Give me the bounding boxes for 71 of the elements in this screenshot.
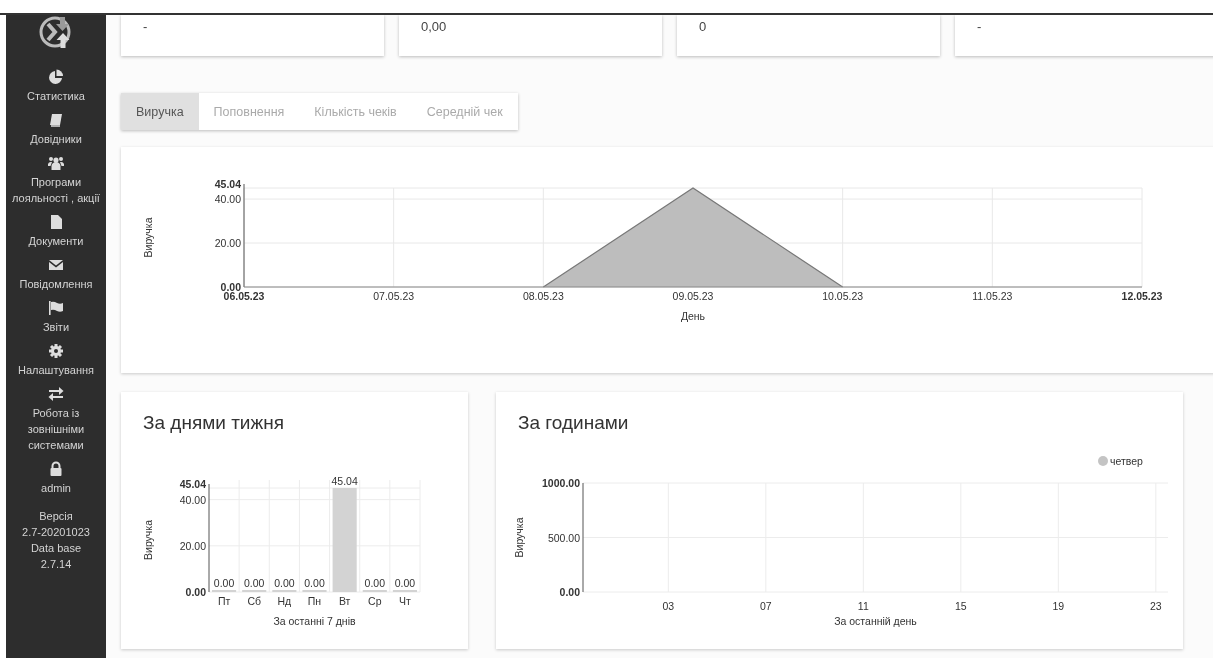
x-tick-label: 11.05.23 <box>972 290 1013 302</box>
x-tick-label: Чт <box>399 595 411 607</box>
y-axis-title: Виручка <box>513 517 525 558</box>
sidebar-item[interactable]: Статистика <box>6 69 106 104</box>
y-axis-title: Виручка <box>142 520 154 560</box>
x-tick-label: Вт <box>338 595 351 607</box>
gear-icon <box>48 343 64 359</box>
bar-value-label: 45.04 <box>331 475 358 487</box>
y-tick-label: 40.00 <box>214 193 241 206</box>
x-tick-label: Нд <box>277 595 292 607</box>
x-tick-label: 12.05.23 <box>1121 290 1163 302</box>
bar-value-label: 0.00 <box>364 577 385 589</box>
x-axis-title: За останні 7 днів <box>273 615 356 627</box>
y-tick-label: 0.00 <box>559 586 580 598</box>
document-icon <box>48 214 64 230</box>
x-tick-label: 15 <box>954 600 967 612</box>
version-info: Версія 2.7-20201023 Data base 2.7.14 <box>22 509 90 572</box>
envelope-icon <box>48 257 64 273</box>
y-tick-label: 40.00 <box>179 493 206 506</box>
legend-label: четвер <box>1110 455 1143 467</box>
x-axis-title: День <box>680 310 706 322</box>
x-tick-label: Ср <box>368 595 382 607</box>
x-tick-label: 11 <box>857 600 869 612</box>
x-tick-label: 09.05.23 <box>672 290 714 302</box>
y-tick-label: 45.04 <box>214 178 241 190</box>
sidebar-item[interactable]: admin <box>6 461 106 496</box>
x-tick-label: Пт <box>217 595 231 607</box>
x-tick-label: 07 <box>759 600 772 612</box>
users-icon <box>48 155 64 171</box>
panel-title: За годинами <box>518 412 629 434</box>
sidebar-item[interactable]: Робота із зовнішніми системами <box>6 386 106 453</box>
pie-chart-icon <box>48 69 64 85</box>
panel-title: За днями тижня <box>143 412 284 434</box>
x-tick-label: Пн <box>307 595 322 607</box>
bar-value-label: 0.00 <box>394 577 416 589</box>
book-icon <box>48 112 64 128</box>
y-tick-label: 45.04 <box>179 478 206 490</box>
bar-value-label: 0.00 <box>304 577 325 589</box>
x-tick-label: 06.05.23 <box>223 290 265 302</box>
summary-value: 0 <box>699 19 707 34</box>
lock-icon <box>48 461 64 477</box>
y-tick-label: 0.00 <box>220 281 241 293</box>
bar-value-label: 0.00 <box>274 577 295 589</box>
summary-value: - <box>977 19 982 34</box>
y-tick-label: 500.00 <box>547 531 580 544</box>
bar-value-label: 0.00 <box>244 577 265 589</box>
sidebar-item[interactable]: Довідники <box>6 112 106 147</box>
x-tick-label: Сб <box>247 595 261 607</box>
flag-icon <box>48 300 64 316</box>
x-tick-label: 23 <box>1149 600 1162 612</box>
bar-value-label: 0.00 <box>213 577 235 589</box>
x-tick-label: 19 <box>1052 600 1065 612</box>
x-axis-title: За останній день <box>834 615 917 627</box>
y-tick-label: 0.00 <box>185 586 206 598</box>
sidebar-item[interactable]: Звіти <box>6 300 106 335</box>
sidebar-item[interactable]: Документи <box>6 214 106 249</box>
y-axis-title: Виручка <box>142 217 154 258</box>
sidebar-item[interactable]: Програми лояльності , акції <box>6 155 106 206</box>
exchange-icon <box>48 386 64 402</box>
tab[interactable]: Виручка <box>121 93 199 130</box>
x-tick-label: 07.05.23 <box>373 290 415 302</box>
sidebar-item[interactable]: Повідомлення <box>6 257 106 292</box>
summary-value: 0,00 <box>421 19 447 34</box>
y-tick-label: 20.00 <box>214 237 241 250</box>
sidebar-item[interactable]: Налаштування <box>6 343 106 378</box>
summary-value: - <box>143 19 148 34</box>
x-tick-label: 08.05.23 <box>522 290 564 302</box>
x-tick-label: 03 <box>662 600 675 612</box>
x-tick-label: 10.05.23 <box>822 290 864 302</box>
y-tick-label: 20.00 <box>179 539 206 552</box>
y-tick-label: 1000.00 <box>542 477 580 489</box>
